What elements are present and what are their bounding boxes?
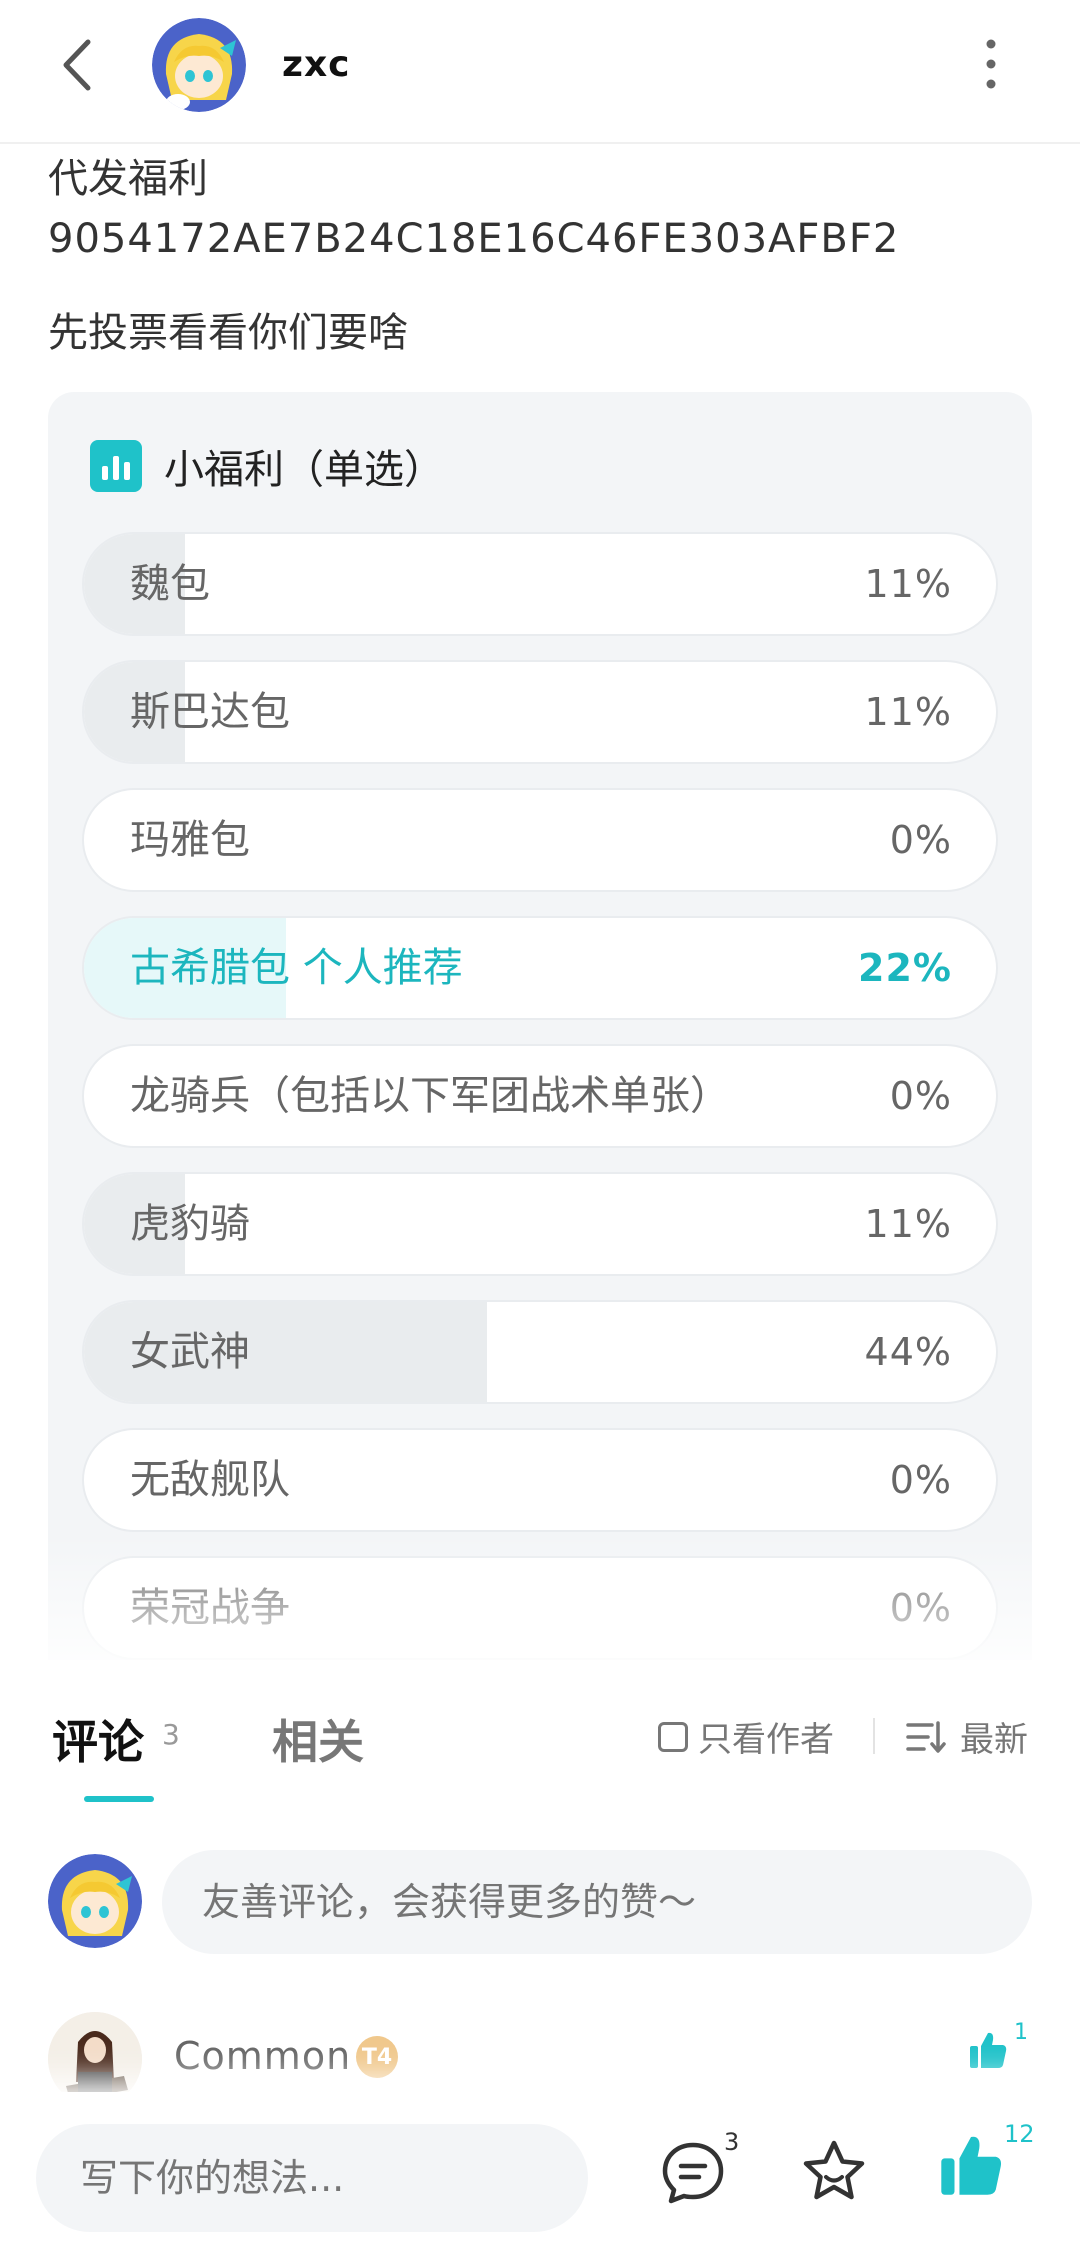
poll-option[interactable]: 龙骑兵（包括以下军团战术单张） 0%	[82, 1044, 998, 1148]
poll-option-label: 龙骑兵（包括以下军团战术单张）	[130, 1073, 730, 1119]
post-text-line: 代发福利	[48, 156, 208, 202]
poll-option[interactable]: 无敌舰队 0%	[82, 1428, 998, 1532]
poll-option-label: 玛雅包	[130, 817, 250, 863]
more-options-button[interactable]	[976, 34, 1006, 94]
author-avatar[interactable]	[152, 18, 246, 112]
poll-option-percent: 0%	[889, 1074, 952, 1118]
comment-tabs: 评论 3 相关 只看作者 最新	[0, 1660, 1080, 1802]
poll-header: 小福利（单选）	[90, 438, 444, 494]
poll-option[interactable]: 玛雅包 0%	[82, 788, 998, 892]
sort-label: 最新	[960, 1720, 1028, 1760]
top-bar: zxc	[0, 0, 1080, 144]
tab-related[interactable]: 相关	[272, 1706, 364, 1772]
thumbs-up-icon	[941, 2136, 1002, 2195]
poll-option-percent: 11%	[864, 1202, 952, 1246]
poll-option-percent: 0%	[889, 1458, 952, 1502]
chevron-left-icon	[63, 39, 91, 91]
back-button[interactable]	[56, 34, 104, 96]
post-code-line: 9054172AE7B24C18E16C46FE303AFBF2	[48, 216, 900, 262]
sort-icon	[906, 1720, 946, 1753]
author-only-label: 只看作者	[698, 1720, 834, 1760]
poll-option[interactable]: 虎豹骑 11%	[82, 1172, 998, 1276]
comment-like-count: 1	[1014, 2020, 1028, 2045]
poll-option-label: 无敌舰队	[130, 1457, 290, 1503]
poll-option[interactable]: 斯巴达包 11%	[82, 660, 998, 764]
level-badge: T4	[356, 2036, 398, 2078]
checkbox-icon	[658, 1721, 688, 1752]
divider	[873, 1718, 875, 1754]
current-user-avatar	[48, 1854, 142, 1948]
commenter-name[interactable]: Common	[174, 2034, 351, 2078]
bar-chart-icon	[90, 440, 142, 492]
poll-title: 小福利（单选）	[164, 447, 444, 493]
poll-option-percent: 11%	[864, 690, 952, 734]
comment-button[interactable]	[660, 2140, 726, 2210]
poll-card: 小福利（单选） 魏包 11% 斯巴达包 11% 玛雅包 0% 古希腊包 个人推荐 22% 龙骑兵…	[48, 392, 1032, 1660]
poll-option-label: 古希腊包 个人推荐	[130, 945, 463, 991]
poll-option-percent: 11%	[864, 562, 952, 606]
poll-option-percent: 44%	[864, 1330, 952, 1374]
star-icon	[803, 2140, 865, 2200]
poll-option[interactable]: 女武神 44%	[82, 1300, 998, 1404]
thumbs-up-icon	[970, 2032, 1007, 2068]
post-text-line: 先投票看看你们要啥	[48, 310, 408, 356]
content-fade	[0, 1534, 1080, 1660]
poll-option[interactable]: 古希腊包 个人推荐 22%	[82, 916, 998, 1020]
comment-input[interactable]	[162, 1850, 1032, 1954]
poll-option-label: 魏包	[130, 561, 210, 607]
poll-option-label: 虎豹骑	[130, 1201, 250, 1247]
poll-option-label: 斯巴达包	[130, 689, 290, 735]
post-content: 代发福利 9054172AE7B24C18E16C46FE303AFBF2 先投…	[0, 144, 1080, 1660]
author-username[interactable]: zxc	[282, 44, 351, 85]
like-count: 12	[1004, 2120, 1035, 2148]
comments-count: 3	[162, 1718, 180, 1751]
sort-button[interactable]: 最新	[906, 1712, 1028, 1761]
reply-input[interactable]	[36, 2124, 588, 2232]
tab-comments[interactable]: 评论	[52, 1706, 144, 1772]
poll-option[interactable]: 魏包 11%	[82, 532, 998, 636]
active-tab-indicator	[84, 1796, 154, 1802]
poll-option-percent: 0%	[889, 818, 952, 862]
favorite-button[interactable]	[800, 2138, 868, 2210]
bottom-action-bar: 3 12	[0, 2092, 1080, 2265]
poll-option-percent: 22%	[858, 946, 952, 990]
author-only-toggle[interactable]: 只看作者	[658, 1712, 834, 1761]
vertical-dots-icon	[986, 39, 996, 89]
poll-option-label: 女武神	[130, 1329, 250, 1375]
comment-bubble-icon	[662, 2142, 724, 2204]
comment-like-button[interactable]	[968, 2030, 1008, 2074]
like-button[interactable]	[938, 2132, 1004, 2202]
comment-count: 3	[724, 2128, 740, 2156]
